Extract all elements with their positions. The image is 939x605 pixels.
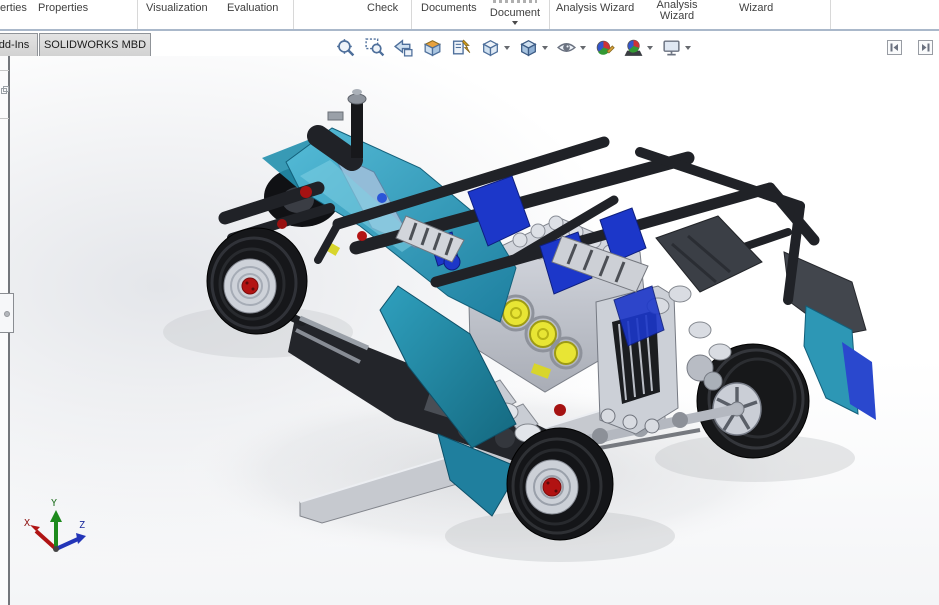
triad-z-label: Z — [79, 520, 85, 531]
tab-add-ins-label: dd-Ins — [0, 39, 30, 51]
ribbon-bar: erties Properties Visualization Evaluati… — [0, 0, 939, 31]
view-settings-button[interactable] — [660, 36, 692, 59]
dynamic-annotation-views-icon — [452, 39, 471, 55]
model-wheel-front-near[interactable] — [206, 227, 308, 335]
ribbon-item-properties[interactable]: Properties — [38, 2, 88, 14]
zoom-to-area-button[interactable] — [363, 36, 386, 59]
ribbon-item-documents[interactable]: Documents — [421, 2, 477, 14]
triad-y-label: Y — [51, 498, 57, 509]
ribbon-item-document-dropdown[interactable]: Document — [484, 0, 546, 25]
ribbon-item-wizard[interactable]: Wizard — [739, 2, 773, 14]
hide-show-items-button[interactable] — [555, 36, 587, 59]
section-view-button[interactable] — [421, 36, 444, 59]
strip-divider — [0, 118, 9, 119]
view-orientation-button[interactable] — [479, 36, 511, 59]
chevron-down-icon[interactable] — [542, 45, 548, 50]
previous-view-icon — [393, 39, 413, 57]
arrow-left-icon — [890, 43, 898, 52]
ribbon-item-properties-cut[interactable]: erties — [0, 2, 27, 14]
ribbon-separator — [293, 0, 294, 29]
ribbon-item-analysis-wizard-1[interactable]: Analysis Wizard — [556, 2, 634, 14]
previous-view-button[interactable] — [392, 36, 415, 59]
zoom-to-fit-button[interactable] — [334, 36, 357, 59]
dynamic-annotation-views-button[interactable] — [450, 36, 473, 59]
edit-appearance-icon — [596, 40, 615, 55]
section-view-icon — [423, 40, 442, 57]
solidworks-window: erties Properties Visualization Evaluati… — [0, 0, 939, 605]
strip-divider — [0, 70, 9, 71]
tab-add-ins[interactable]: dd-Ins — [0, 33, 38, 56]
zoom-to-area-icon — [365, 38, 385, 57]
chevron-down-icon[interactable] — [647, 45, 653, 50]
ribbon-item-evaluation[interactable]: Evaluation — [227, 2, 278, 14]
ribbon-separator — [137, 0, 138, 29]
monitor-icon — [663, 40, 680, 56]
chevron-down-icon[interactable] — [580, 45, 586, 50]
edit-appearance-button[interactable] — [593, 36, 616, 59]
ribbon-separator — [549, 0, 550, 29]
display-style-button[interactable] — [517, 36, 549, 59]
apply-scene-icon — [624, 39, 643, 56]
apply-scene-button[interactable] — [622, 36, 654, 59]
ribbon-separator — [830, 0, 831, 29]
tab-solidworks-mbd-label: SOLIDWORKS MBD — [43, 39, 147, 51]
collapse-pane-left-button[interactable] — [887, 40, 902, 55]
zoom-to-fit-icon — [337, 39, 355, 57]
tab-solidworks-mbd[interactable]: SOLIDWORKS MBD — [39, 33, 151, 56]
ribbon-item-visualization[interactable]: Visualization — [146, 2, 208, 14]
clipped-text-remnant — [493, 0, 537, 3]
collapse-pane-right-button[interactable] — [918, 40, 933, 55]
ribbon-separator — [411, 0, 412, 29]
arrow-right-icon — [922, 43, 930, 52]
pane-controls — [887, 40, 933, 55]
collapsed-panel-cube-icon — [1, 86, 9, 94]
ribbon-item-check[interactable]: Check — [367, 2, 398, 14]
orientation-triad[interactable]: X Y Z — [24, 498, 86, 552]
chevron-down-icon[interactable] — [685, 45, 691, 50]
chevron-down-icon[interactable] — [504, 45, 510, 50]
model-wheel-rear-far[interactable] — [696, 343, 810, 459]
flyout-arrow-icon — [4, 311, 10, 317]
ribbon-item-analysis-wizard-2[interactable]: Analysis Wizard — [652, 0, 702, 22]
model-wheel-rear-near[interactable] — [506, 427, 614, 541]
triad-x-label: X — [24, 518, 30, 529]
panel-flyout-tab[interactable] — [0, 293, 14, 333]
view-orientation-icon — [482, 39, 499, 57]
chevron-down-icon — [512, 21, 518, 25]
ribbon-item-document-label: Document — [489, 7, 541, 19]
heads-up-view-toolbar — [334, 36, 692, 59]
viewport-3d-model[interactable]: X Y Z — [0, 0, 939, 605]
eye-icon — [556, 43, 577, 52]
display-style-icon — [520, 39, 537, 57]
